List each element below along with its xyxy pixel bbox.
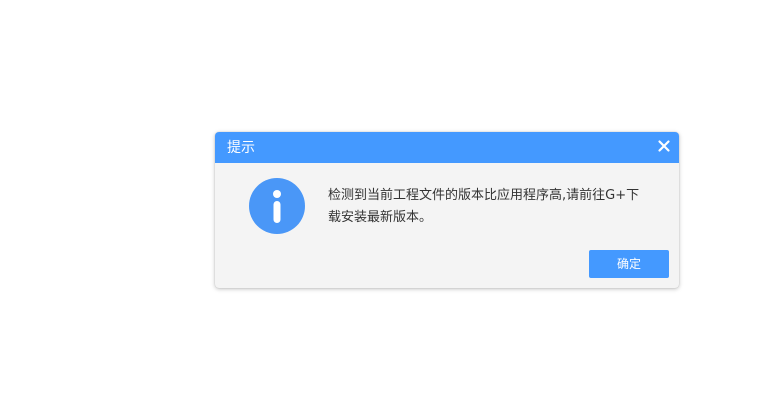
confirm-button[interactable]: 确定 (589, 250, 669, 278)
dialog-message: 检测到当前工程文件的版本比应用程序高,请前往G+下载安装最新版本。 (328, 188, 640, 225)
close-icon[interactable] (657, 139, 671, 153)
alert-dialog: 提示 检测到当前工程文件的版本比应用程序高,请前往G+下载安装最新版本。 确定 (215, 132, 679, 288)
dialog-title: 提示 (227, 140, 255, 156)
info-icon (249, 178, 305, 234)
dialog-titlebar: 提示 (215, 132, 679, 163)
